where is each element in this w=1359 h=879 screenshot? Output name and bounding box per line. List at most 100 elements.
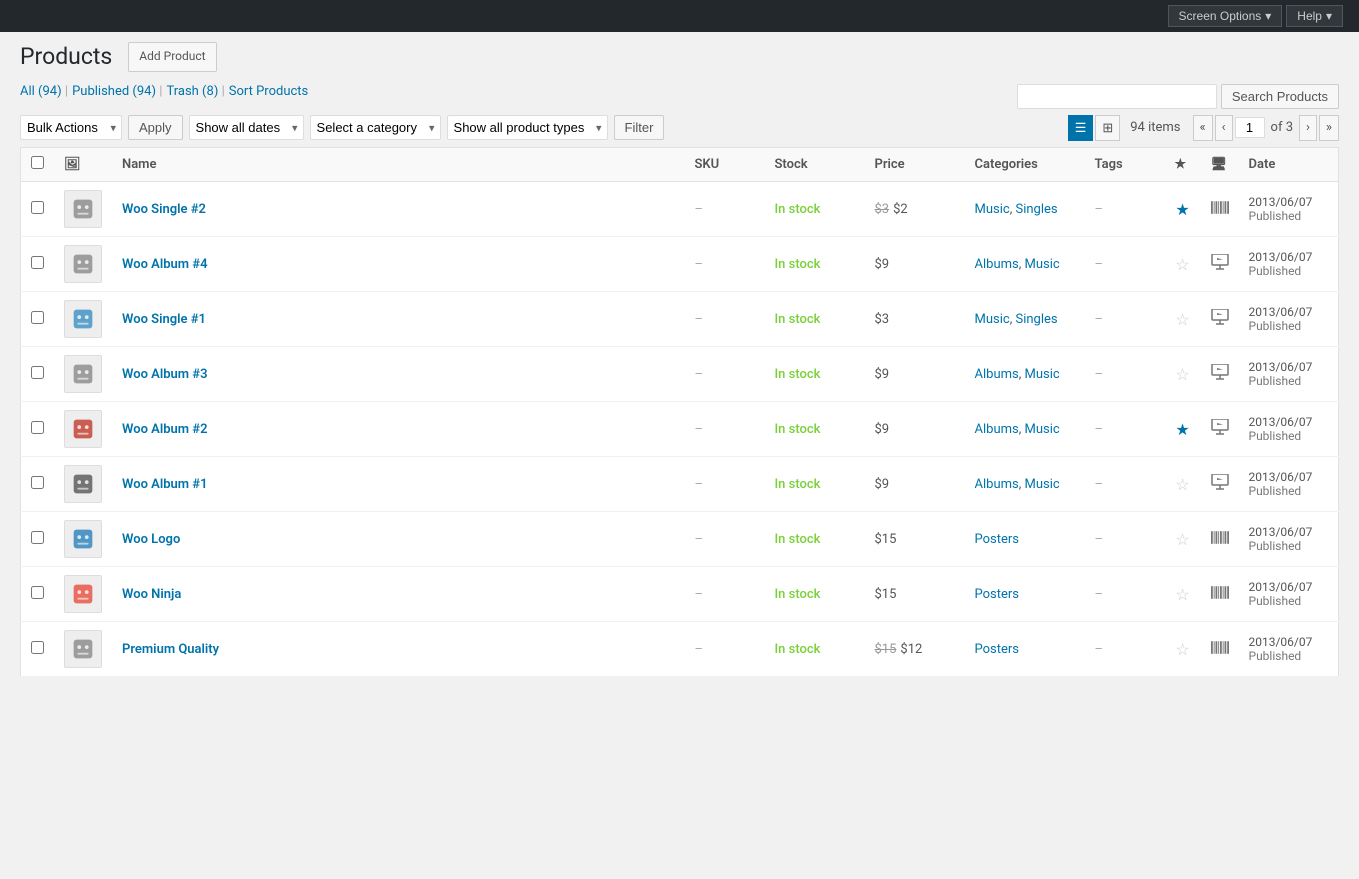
first-page-button[interactable]: « bbox=[1193, 115, 1213, 141]
pagination: « ‹ of 3 › » bbox=[1193, 115, 1339, 141]
category-link[interactable]: Posters bbox=[975, 642, 1020, 657]
featured-star[interactable]: ☆ bbox=[1175, 255, 1189, 274]
product-name-link[interactable]: Woo Single #2 bbox=[122, 202, 206, 217]
table-row: Woo Single #1 – In stock $3 Music, Singl… bbox=[21, 292, 1339, 347]
col-price-sort[interactable]: Price bbox=[875, 157, 905, 172]
product-types-select[interactable]: Show all product types bbox=[447, 115, 608, 140]
sku-value: – bbox=[695, 477, 704, 492]
row-featured-cell[interactable]: ☆ bbox=[1165, 512, 1201, 567]
prev-page-button[interactable]: ‹ bbox=[1215, 115, 1233, 141]
row-checkbox[interactable] bbox=[31, 366, 44, 379]
row-checkbox-cell bbox=[21, 347, 55, 402]
category-link[interactable]: Music bbox=[1025, 257, 1060, 272]
col-name-sort[interactable]: Name bbox=[122, 157, 156, 172]
add-product-button[interactable]: Add Product bbox=[128, 42, 216, 71]
row-checkbox-cell bbox=[21, 402, 55, 457]
category-link[interactable]: Music bbox=[1025, 422, 1060, 437]
stock-value: In stock bbox=[775, 642, 821, 657]
category-link[interactable]: Albums bbox=[975, 257, 1019, 272]
product-table-body: Woo Single #2 – In stock $3$2 Music, Sin… bbox=[21, 182, 1339, 677]
category-link[interactable]: Posters bbox=[975, 532, 1020, 547]
featured-star[interactable]: ☆ bbox=[1175, 365, 1189, 384]
row-checkbox[interactable] bbox=[31, 421, 44, 434]
select-all-checkbox[interactable] bbox=[31, 156, 44, 169]
filter-published-link[interactable]: Published (94) bbox=[72, 84, 159, 99]
category-link[interactable]: Albums bbox=[975, 367, 1019, 382]
filter-all-link[interactable]: All (94) bbox=[20, 84, 65, 99]
row-checkbox[interactable] bbox=[31, 201, 44, 214]
product-name-link[interactable]: Woo Album #4 bbox=[122, 257, 208, 272]
col-sku-sort[interactable]: SKU bbox=[695, 157, 720, 172]
tags-value: – bbox=[1095, 257, 1104, 272]
category-link[interactable]: Albums bbox=[975, 422, 1019, 437]
row-featured-cell[interactable]: ☆ bbox=[1165, 237, 1201, 292]
category-link[interactable]: Music bbox=[1025, 367, 1060, 382]
featured-star[interactable]: ☆ bbox=[1175, 640, 1189, 659]
product-name-link[interactable]: Woo Album #3 bbox=[122, 367, 208, 382]
row-featured-cell[interactable]: ★ bbox=[1165, 402, 1201, 457]
row-name-cell: Woo Ninja bbox=[112, 567, 685, 622]
category-link[interactable]: Albums bbox=[975, 477, 1019, 492]
category-link[interactable]: Music bbox=[1025, 477, 1060, 492]
featured-star[interactable]: ★ bbox=[1175, 200, 1189, 219]
grid-view-button[interactable]: ⊞ bbox=[1095, 115, 1120, 141]
category-link[interactable]: Music bbox=[975, 312, 1010, 327]
row-checkbox[interactable] bbox=[31, 476, 44, 489]
search-products-button[interactable]: Search Products bbox=[1221, 84, 1339, 109]
tags-value: – bbox=[1095, 587, 1104, 602]
row-checkbox-cell bbox=[21, 622, 55, 677]
date-text: 2013/06/07 bbox=[1249, 360, 1313, 374]
page-number-input[interactable] bbox=[1235, 117, 1265, 138]
row-featured-cell[interactable]: ☆ bbox=[1165, 347, 1201, 402]
row-checkbox[interactable] bbox=[31, 641, 44, 654]
row-checkbox[interactable] bbox=[31, 311, 44, 324]
featured-star[interactable]: ☆ bbox=[1175, 310, 1189, 329]
bulk-actions-select[interactable]: Bulk Actions bbox=[20, 115, 122, 140]
featured-star[interactable]: ☆ bbox=[1175, 585, 1189, 604]
featured-star[interactable]: ☆ bbox=[1175, 530, 1189, 549]
category-link[interactable]: Singles bbox=[1016, 312, 1058, 327]
row-featured-cell[interactable]: ★ bbox=[1165, 182, 1201, 237]
col-header-categories: Categories bbox=[965, 148, 1085, 182]
row-checkbox[interactable] bbox=[31, 256, 44, 269]
product-type-icon bbox=[1211, 311, 1229, 329]
category-link[interactable]: Posters bbox=[975, 587, 1020, 602]
row-checkbox[interactable] bbox=[31, 586, 44, 599]
list-view-button[interactable]: ☰ bbox=[1068, 115, 1094, 141]
help-button[interactable]: Help ▾ bbox=[1286, 5, 1343, 27]
filter-trash-link[interactable]: Trash (8) bbox=[166, 84, 221, 99]
row-featured-cell[interactable]: ☆ bbox=[1165, 567, 1201, 622]
row-price-cell: $9 bbox=[865, 457, 965, 512]
product-name-link[interactable]: Woo Album #2 bbox=[122, 422, 208, 437]
original-price: $15 bbox=[875, 642, 897, 657]
category-select[interactable]: Select a category bbox=[310, 115, 441, 140]
apply-button[interactable]: Apply bbox=[128, 115, 183, 140]
row-name-cell: Premium Quality bbox=[112, 622, 685, 677]
filter-sort-link[interactable]: Sort Products bbox=[229, 84, 309, 99]
featured-star[interactable]: ☆ bbox=[1175, 475, 1189, 494]
row-stock-cell: In stock bbox=[765, 567, 865, 622]
dates-select[interactable]: Show all dates bbox=[189, 115, 304, 140]
row-checkbox[interactable] bbox=[31, 531, 44, 544]
search-input[interactable] bbox=[1017, 84, 1217, 109]
product-name-link[interactable]: Woo Ninja bbox=[122, 587, 181, 602]
last-page-button[interactable]: » bbox=[1319, 115, 1339, 141]
row-featured-cell[interactable]: ☆ bbox=[1165, 457, 1201, 512]
category-link[interactable]: Singles bbox=[1016, 202, 1058, 217]
product-name-link[interactable]: Premium Quality bbox=[122, 642, 219, 657]
filter-button[interactable]: Filter bbox=[614, 115, 665, 140]
product-name-link[interactable]: Woo Single #1 bbox=[122, 312, 206, 327]
row-featured-cell[interactable]: ☆ bbox=[1165, 622, 1201, 677]
row-name-cell: Woo Album #4 bbox=[112, 237, 685, 292]
category-link[interactable]: Music bbox=[975, 202, 1010, 217]
col-date-sort[interactable]: Date bbox=[1249, 157, 1276, 172]
date-value: 2013/06/07 Published bbox=[1249, 250, 1329, 278]
next-page-button[interactable]: › bbox=[1299, 115, 1317, 141]
product-name-link[interactable]: Woo Album #1 bbox=[122, 477, 208, 492]
screen-options-button[interactable]: Screen Options ▾ bbox=[1168, 5, 1283, 27]
col-stock-sort[interactable]: Stock bbox=[775, 157, 808, 172]
row-featured-cell[interactable]: ☆ bbox=[1165, 292, 1201, 347]
product-name-link[interactable]: Woo Logo bbox=[122, 532, 180, 547]
featured-star[interactable]: ★ bbox=[1175, 420, 1189, 439]
view-buttons: ☰ ⊞ bbox=[1068, 115, 1121, 141]
